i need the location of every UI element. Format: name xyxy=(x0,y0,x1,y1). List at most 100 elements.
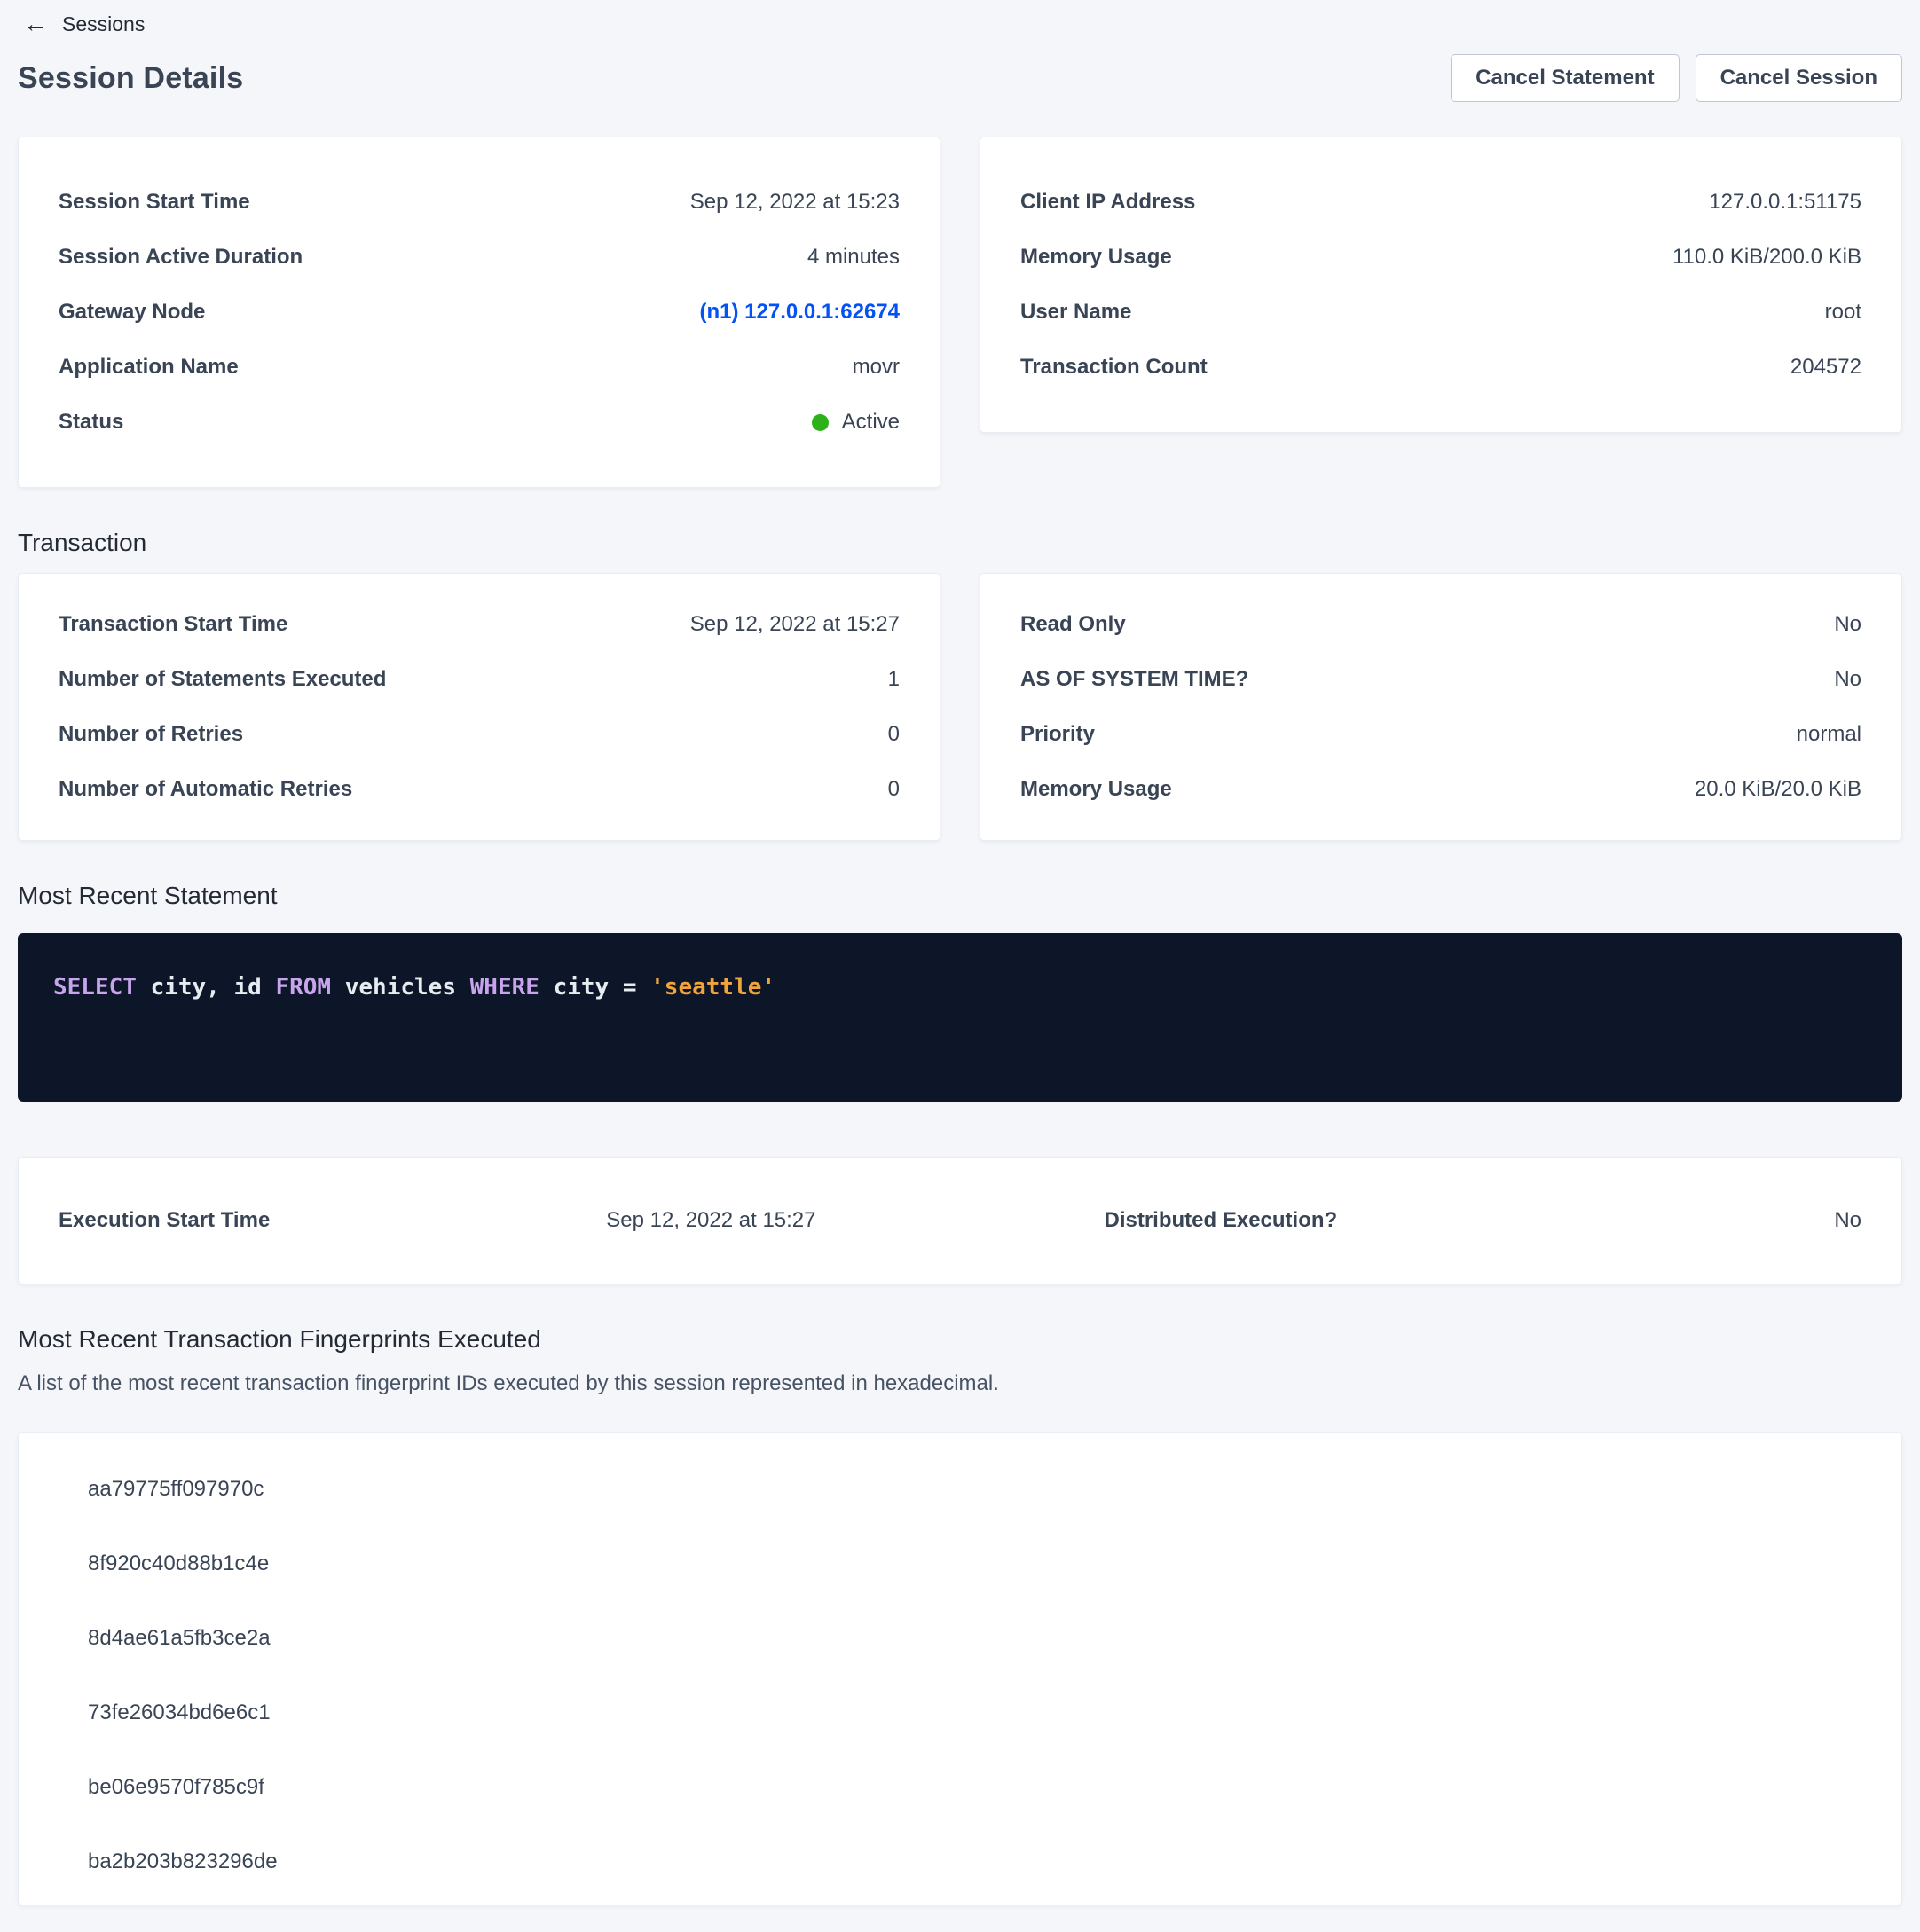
application-name-row: Application Name movr xyxy=(59,340,900,395)
status-active-dot-icon xyxy=(812,414,829,431)
page-title: Session Details xyxy=(18,61,243,96)
row-label: AS OF SYSTEM TIME? xyxy=(1020,667,1248,692)
row-label: Memory Usage xyxy=(1020,245,1172,270)
row-label: User Name xyxy=(1020,300,1131,325)
statement-section-heading: Most Recent Statement xyxy=(18,882,1902,910)
session-start-time-row: Session Start Time Sep 12, 2022 at 15:23 xyxy=(59,175,900,230)
row-value: No xyxy=(1834,1208,1861,1233)
transaction-count-row: Transaction Count 204572 xyxy=(1020,340,1861,395)
row-label: Number of Statements Executed xyxy=(59,667,386,692)
fingerprint-id: 8d4ae61a5fb3ce2a xyxy=(88,1626,271,1651)
sql-statement-box: SELECT city, id FROM vehicles WHERE city… xyxy=(18,933,1902,1102)
row-value: movr xyxy=(853,355,900,380)
fingerprint-id: aa79775ff097970c xyxy=(88,1477,264,1502)
header-actions: Cancel Statement Cancel Session xyxy=(1451,54,1902,102)
user-name-row: User Name root xyxy=(1020,285,1861,340)
sql-keyword: WHERE xyxy=(470,974,539,1001)
row-value: 4 minutes xyxy=(807,245,900,270)
row-label: Number of Automatic Retries xyxy=(59,777,352,802)
gateway-node-row: Gateway Node (n1) 127.0.0.1:62674 xyxy=(59,285,900,340)
sql-statement: SELECT city, id FROM vehicles WHERE city… xyxy=(53,974,775,1001)
row-value: 0 xyxy=(888,777,900,802)
execution-details-card: Execution Start Time Sep 12, 2022 at 15:… xyxy=(18,1157,1902,1284)
session-summary-section: Session Start Time Sep 12, 2022 at 15:23… xyxy=(18,137,1902,488)
row-value: root xyxy=(1825,300,1861,325)
gateway-node-link[interactable]: (n1) 127.0.0.1:62674 xyxy=(700,300,900,325)
memory-usage-row: Memory Usage 110.0 KiB/200.0 KiB xyxy=(1020,230,1861,285)
fingerprint-id: ba2b203b823296de xyxy=(88,1850,278,1874)
row-value: Sep 12, 2022 at 15:27 xyxy=(606,1208,815,1233)
row-label: Read Only xyxy=(1020,612,1126,637)
row-value: 1 xyxy=(888,667,900,692)
row-value: No xyxy=(1834,667,1861,692)
fingerprint-id: 73fe26034bd6e6c1 xyxy=(88,1700,271,1725)
automatic-retries-row: Number of Automatic Retries 0 xyxy=(59,762,900,817)
fingerprint-id: be06e9570f785c9f xyxy=(88,1775,264,1800)
row-value: No xyxy=(1834,612,1861,637)
row-label: Application Name xyxy=(59,355,239,380)
priority-row: Priority normal xyxy=(1020,707,1861,762)
breadcrumb-sessions-link[interactable]: Sessions xyxy=(62,12,145,36)
sql-text: city, id xyxy=(137,974,276,1001)
sql-keyword: SELECT xyxy=(53,974,137,1001)
row-label: Session Active Duration xyxy=(59,245,303,270)
fingerprint-list-item: 8f920c40d88b1c4e xyxy=(88,1527,1861,1601)
session-details-page: ← Sessions Session Details Cancel Statem… xyxy=(0,0,1920,1932)
sql-text: vehicles xyxy=(331,974,470,1001)
transaction-section-heading: Transaction xyxy=(18,529,1902,557)
fingerprints-card: aa79775ff097970c 8f920c40d88b1c4e 8d4ae6… xyxy=(18,1432,1902,1905)
row-label: Status xyxy=(59,410,123,435)
row-value: Sep 12, 2022 at 15:27 xyxy=(690,612,900,637)
transaction-card-left: Transaction Start Time Sep 12, 2022 at 1… xyxy=(18,573,940,841)
row-label: Transaction Count xyxy=(1020,355,1208,380)
row-value: normal xyxy=(1797,722,1861,747)
row-label: Distributed Execution? xyxy=(1105,1208,1338,1233)
fingerprint-id: 8f920c40d88b1c4e xyxy=(88,1551,269,1576)
number-of-retries-row: Number of Retries 0 xyxy=(59,707,900,762)
transaction-start-time-row: Transaction Start Time Sep 12, 2022 at 1… xyxy=(59,597,900,652)
row-label: Transaction Start Time xyxy=(59,612,287,637)
breadcrumb[interactable]: ← Sessions xyxy=(18,0,150,39)
fingerprint-list-item: ba2b203b823296de xyxy=(88,1825,1861,1899)
row-label: Number of Retries xyxy=(59,722,243,747)
transaction-memory-usage-row: Memory Usage 20.0 KiB/20.0 KiB xyxy=(1020,762,1861,817)
cancel-statement-button[interactable]: Cancel Statement xyxy=(1451,54,1679,102)
session-active-duration-row: Session Active Duration 4 minutes xyxy=(59,230,900,285)
row-value: Sep 12, 2022 at 15:23 xyxy=(690,190,900,215)
status-row: Status Active xyxy=(59,395,900,450)
fingerprints-section-heading: Most Recent Transaction Fingerprints Exe… xyxy=(18,1325,1902,1354)
row-label: Client IP Address xyxy=(1020,190,1195,215)
arrow-left-icon: ← xyxy=(23,12,48,36)
row-label: Priority xyxy=(1020,722,1095,747)
client-ip-address-row: Client IP Address 127.0.0.1:51175 xyxy=(1020,175,1861,230)
fingerprint-list-item: aa79775ff097970c xyxy=(88,1452,1861,1527)
row-label: Execution Start Time xyxy=(59,1208,270,1233)
row-value: 20.0 KiB/20.0 KiB xyxy=(1695,777,1861,802)
row-value: 0 xyxy=(888,722,900,747)
session-summary-card-left: Session Start Time Sep 12, 2022 at 15:23… xyxy=(18,137,940,488)
read-only-row: Read Only No xyxy=(1020,597,1861,652)
as-of-system-time-row: AS OF SYSTEM TIME? No xyxy=(1020,652,1861,707)
transaction-card-right: Read Only No AS OF SYSTEM TIME? No Prior… xyxy=(980,573,1902,841)
fingerprint-list-item: be06e9570f785c9f xyxy=(88,1750,1861,1825)
cancel-session-button[interactable]: Cancel Session xyxy=(1696,54,1902,102)
row-value: 110.0 KiB/200.0 KiB xyxy=(1672,245,1861,270)
session-summary-card-right: Client IP Address 127.0.0.1:51175 Memory… xyxy=(980,137,1902,433)
row-label: Gateway Node xyxy=(59,300,205,325)
row-label: Session Start Time xyxy=(59,190,250,215)
execution-start-time-row: Execution Start Time Sep 12, 2022 at 15:… xyxy=(59,1208,949,1233)
status-text: Active xyxy=(842,410,900,435)
statements-executed-row: Number of Statements Executed 1 xyxy=(59,652,900,707)
fingerprint-list-item: 73fe26034bd6e6c1 xyxy=(88,1676,1861,1750)
sql-text: city = xyxy=(539,974,650,1001)
page-header: Session Details Cancel Statement Cancel … xyxy=(18,51,1902,105)
row-value: 127.0.0.1:51175 xyxy=(1709,190,1861,215)
sql-string-literal: 'seattle' xyxy=(650,974,775,1001)
status-badge: Active xyxy=(812,410,900,435)
row-label: Memory Usage xyxy=(1020,777,1172,802)
distributed-execution-row: Distributed Execution? No xyxy=(949,1208,1862,1233)
fingerprints-description: A list of the most recent transaction fi… xyxy=(18,1371,1902,1396)
row-value: 204572 xyxy=(1790,355,1861,380)
sql-keyword: FROM xyxy=(275,974,331,1001)
fingerprint-list-item: 8d4ae61a5fb3ce2a xyxy=(88,1601,1861,1676)
